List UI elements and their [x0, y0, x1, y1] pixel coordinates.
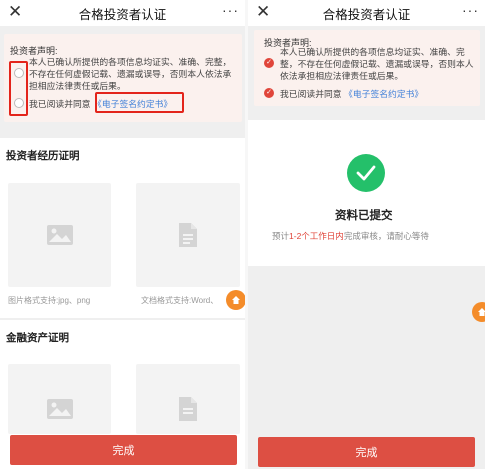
- document-icon: [179, 397, 197, 421]
- page-title: 合格投资者认证: [78, 7, 167, 22]
- upload-document-card-2[interactable]: [136, 364, 240, 434]
- nav-bar: ✕ 合格投资者认证 ···: [248, 0, 485, 26]
- annotation-highlight-radios: [9, 61, 28, 116]
- right-screen: ✕ 合格投资者认证 ··· 投资者声明: 本人已确认所提供的各项信息均证实、准确…: [248, 0, 485, 469]
- section-title-assets: 金融资产证明: [6, 332, 69, 344]
- desc-prefix: 预计: [272, 231, 290, 241]
- more-icon[interactable]: ···: [462, 2, 479, 18]
- more-icon[interactable]: ···: [222, 2, 239, 18]
- image-format-caption: 图片格式支持:jpg、png: [8, 296, 91, 305]
- submit-button[interactable]: 完成: [10, 435, 237, 465]
- success-title: 资料已提交: [335, 210, 393, 222]
- upload-document-card[interactable]: [136, 183, 240, 287]
- upload-image-card-2[interactable]: [8, 364, 111, 434]
- check-icon[interactable]: ✓: [264, 88, 274, 98]
- image-icon: [46, 225, 73, 245]
- home-icon: [478, 308, 485, 316]
- agree-text: 我已阅读并同意 《电子签名约定书》: [280, 87, 423, 100]
- document-icon: [179, 223, 197, 247]
- upload-image-card[interactable]: [8, 183, 111, 287]
- desc-highlight: 1-2个工作日内: [289, 231, 344, 241]
- close-icon[interactable]: ✕: [8, 3, 22, 21]
- success-check-icon: [347, 154, 385, 192]
- success-section: [248, 120, 485, 266]
- submit-button[interactable]: 完成: [258, 437, 475, 467]
- check-icon[interactable]: ✓: [264, 58, 274, 68]
- agree-prefix: 我已阅读并同意: [280, 89, 342, 99]
- home-float-button[interactable]: [226, 290, 245, 310]
- image-icon: [46, 399, 73, 419]
- nav-bar: ✕ 合格投资者认证 ···: [0, 0, 245, 26]
- desc-suffix: 完成审核，请耐心等待: [343, 231, 429, 241]
- success-description: 预计1-2个工作日内完成审核，请耐心等待: [272, 230, 429, 242]
- document-format-caption: 文档格式支持:Word、: [141, 296, 219, 305]
- annotation-highlight-link: [95, 92, 184, 113]
- home-icon: [232, 296, 240, 304]
- section-title-experience: 投资者经历证明: [6, 150, 80, 162]
- declaration-text: 本人已确认所提供的各项信息均证实、准确、完整，不存在任何虚假记载、遗漏或误导，否…: [280, 47, 474, 81]
- agreement-link[interactable]: 《电子签名约定书》: [344, 89, 423, 99]
- close-icon[interactable]: ✕: [256, 3, 270, 21]
- left-screen: ✕ 合格投资者认证 ··· 投资者声明: 本人已确认所提供的各项信息均证实、准确…: [0, 0, 245, 469]
- home-float-button[interactable]: [472, 302, 485, 322]
- agree-prefix: 我已阅读并同意: [29, 99, 91, 109]
- declaration-text: 本人已确认所提供的各项信息均证实、准确、完整，不存在任何虚假记载、遗漏或误导，否…: [29, 57, 232, 91]
- page-title: 合格投资者认证: [322, 7, 411, 22]
